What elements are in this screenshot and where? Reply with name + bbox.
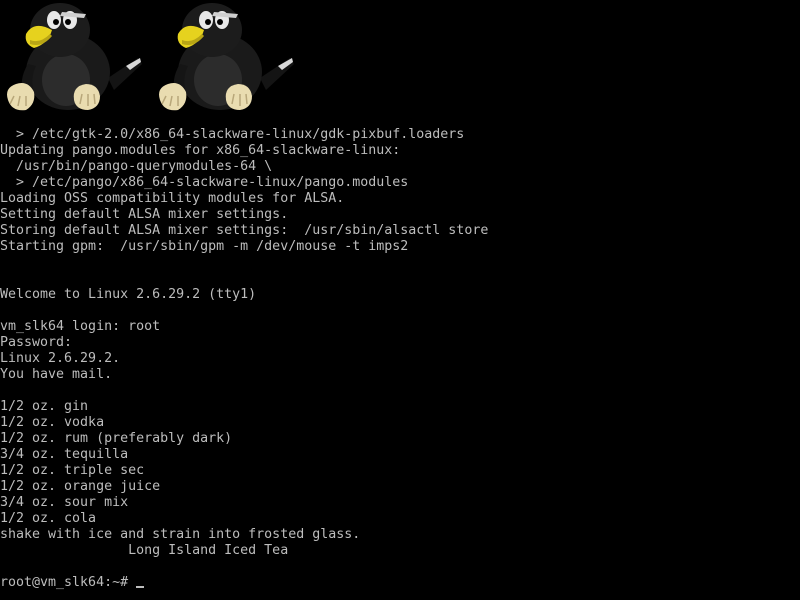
terminal-line: Starting gpm: /usr/sbin/gpm -m /dev/mous…: [0, 239, 409, 254]
terminal-line: 1/2 oz. orange juice: [0, 479, 161, 494]
terminal-line: > /etc/pango/x86_64-slackware-linux/pang…: [0, 175, 409, 190]
terminal-line: You have mail.: [0, 367, 113, 382]
terminal-line: Setting default ALSA mixer settings.: [0, 207, 289, 222]
terminal-line: 1/2 oz. vodka: [0, 415, 105, 430]
text-cursor: [136, 586, 145, 588]
terminal-line: Storing default ALSA mixer settings: /us…: [0, 223, 489, 238]
command-prompt[interactable]: root@vm_slk64:~#: [0, 575, 145, 591]
terminal-line: 1/2 oz. triple sec: [0, 463, 145, 478]
terminal-line: Password:: [0, 335, 73, 350]
terminal-line: 3/4 oz. sour mix: [0, 495, 129, 510]
terminal-line: Linux 2.6.29.2.: [0, 351, 121, 366]
console-screen: > /etc/gtk-2.0/x86_64-slackware-linux/gd…: [0, 0, 800, 600]
terminal-line: 1/2 oz. rum (preferably dark): [0, 431, 233, 446]
terminal-line: vm_slk64 login: root: [0, 319, 161, 334]
tux-penguin-icon: [159, 3, 294, 111]
boot-logo: [0, 0, 320, 116]
terminal-line: 1/2 oz. gin: [0, 399, 89, 414]
terminal-line: shake with ice and strain into frosted g…: [0, 527, 361, 542]
terminal-output: > /etc/gtk-2.0/x86_64-slackware-linux/gd…: [0, 127, 800, 559]
terminal-line: Updating pango.modules for x86_64-slackw…: [0, 143, 401, 158]
terminal-line: > /etc/gtk-2.0/x86_64-slackware-linux/gd…: [0, 127, 465, 142]
terminal-line: Loading OSS compatibility modules for AL…: [0, 191, 345, 206]
terminal-line: /usr/bin/pango-querymodules-64 \: [0, 159, 273, 174]
terminal-line: 3/4 oz. tequilla: [0, 447, 129, 462]
tux-penguin-icon: [7, 3, 142, 111]
terminal-line: Welcome to Linux 2.6.29.2 (tty1): [0, 287, 257, 302]
terminal-line: 1/2 oz. cola: [0, 511, 97, 526]
terminal-line: Long Island Iced Tea: [0, 543, 289, 558]
prompt-text: root@vm_slk64:~#: [0, 575, 137, 590]
